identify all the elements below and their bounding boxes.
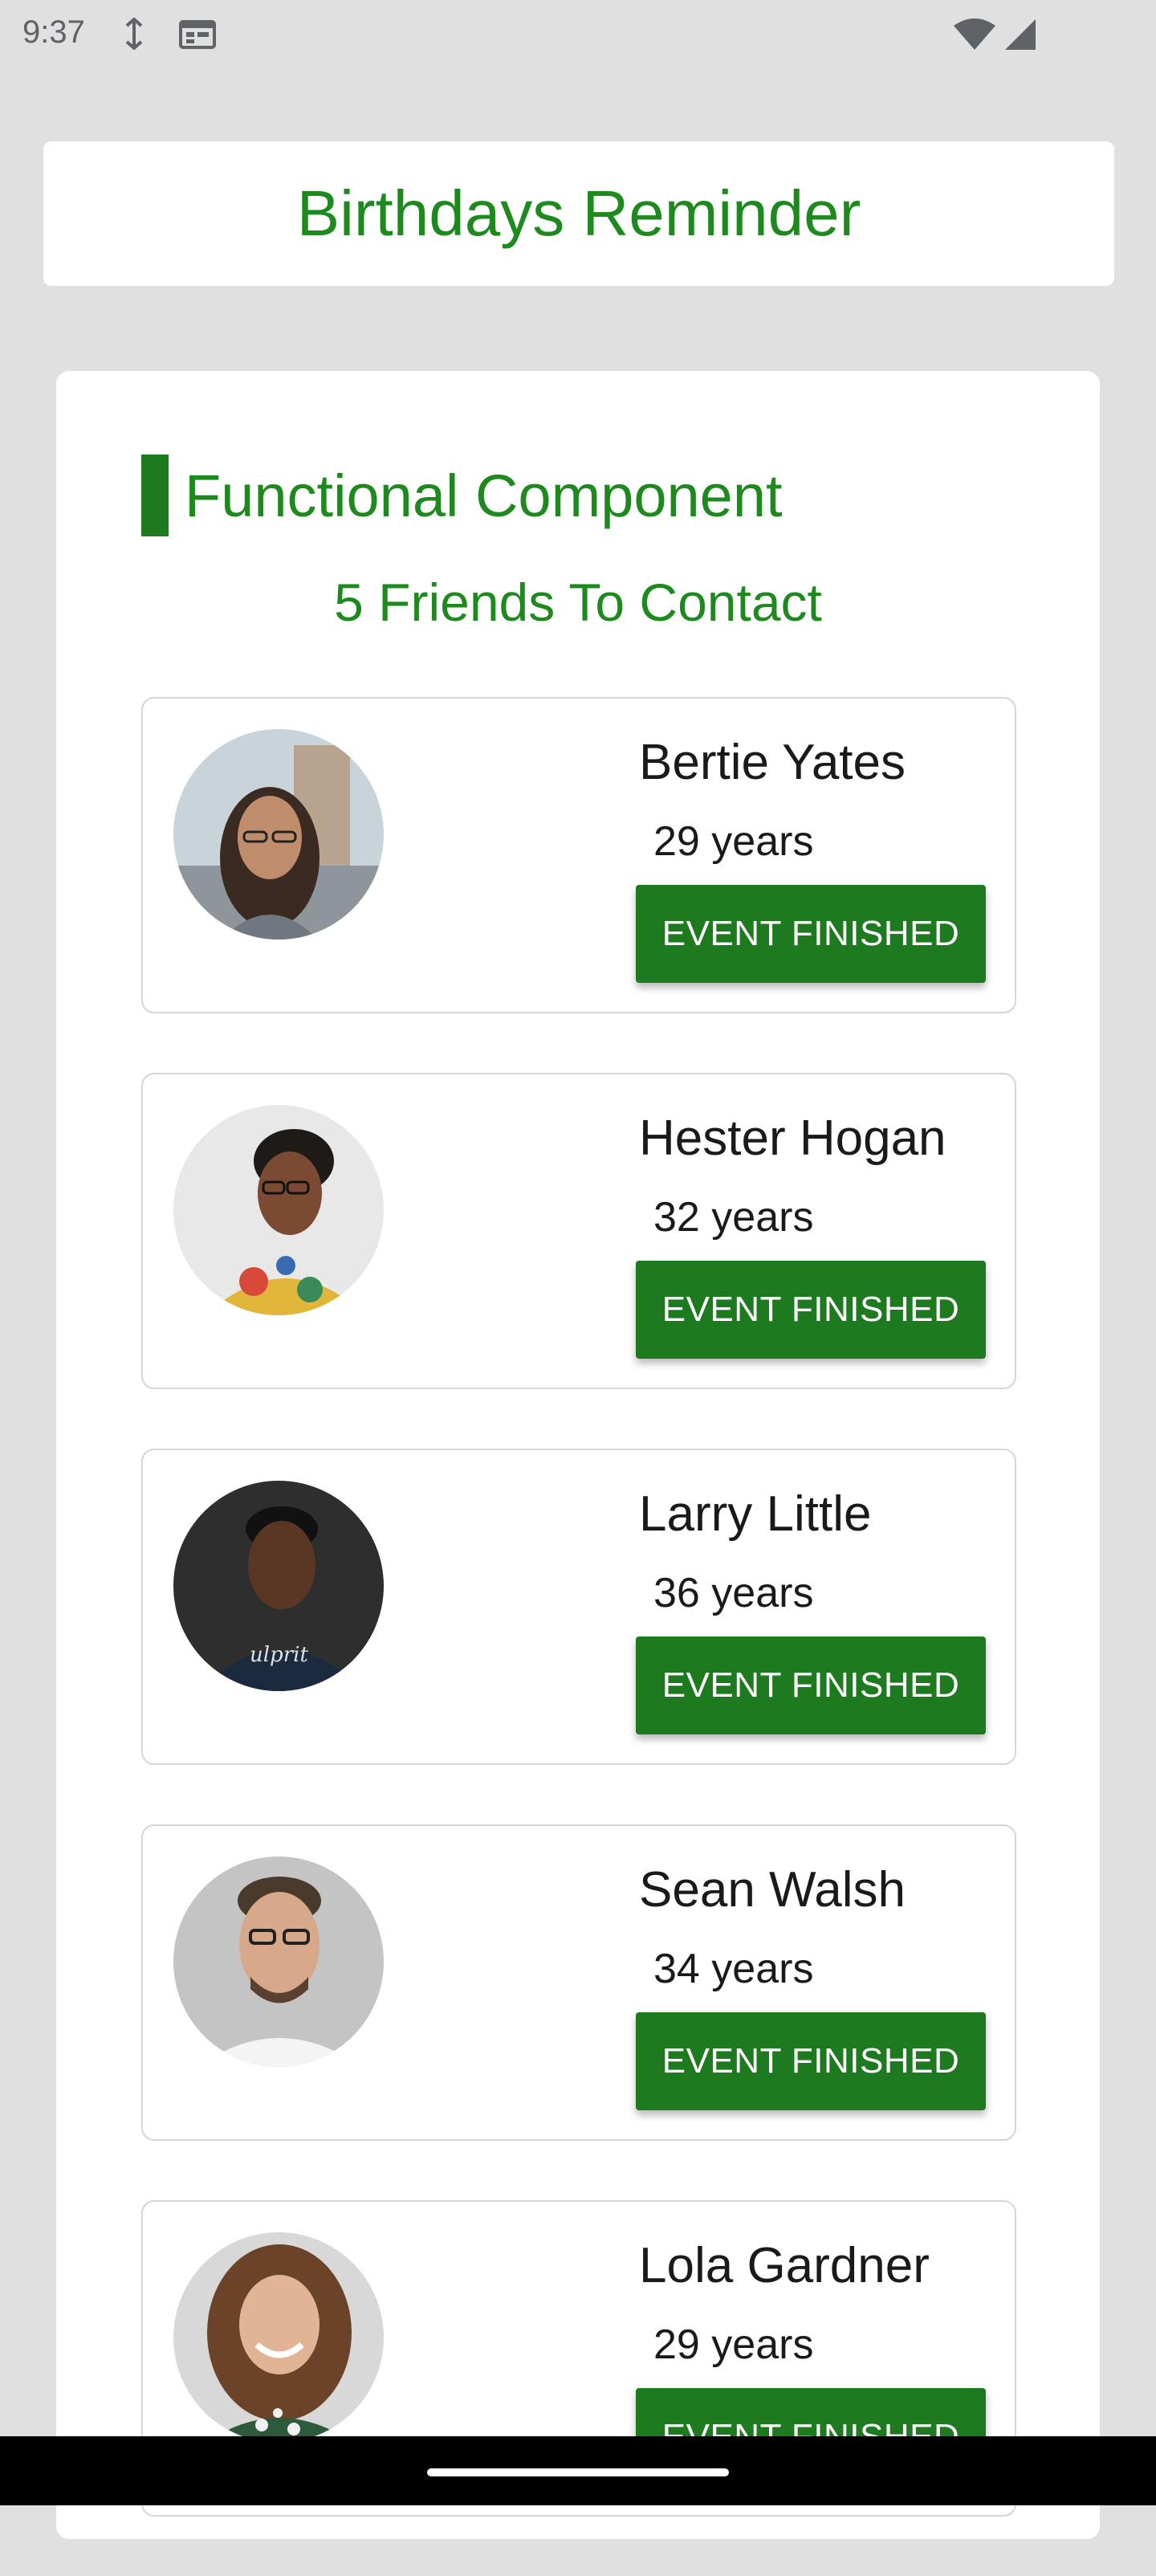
avatar <box>173 1105 384 1315</box>
event-finished-button[interactable]: EVENT FINISHED <box>636 2012 986 2110</box>
status-bar: 9:37 <box>0 0 1156 67</box>
home-gesture-handle[interactable] <box>427 2468 729 2476</box>
friend-card: Bertie Yates 29 years EVENT FINISHED <box>141 697 1016 1013</box>
avatar <box>173 729 384 940</box>
avatar <box>173 2232 384 2443</box>
event-finished-button[interactable]: EVENT FINISHED <box>636 1261 986 1359</box>
friend-name: Lola Gardner <box>639 2238 930 2293</box>
friends-panel: Functional Component 5 Friends To Contac… <box>56 371 1100 2539</box>
friend-card: Hester Hogan 32 years EVENT FINISHED <box>141 1073 1016 1389</box>
friend-age: 34 years <box>653 1946 814 1992</box>
friend-age: 29 years <box>653 818 814 865</box>
accent-bar <box>141 454 169 536</box>
friend-name: Larry Little <box>639 1486 872 1542</box>
friend-name: Hester Hogan <box>639 1111 946 1166</box>
section-heading: Functional Component <box>141 454 783 536</box>
wifi-icon <box>954 18 995 50</box>
friends-count: 5 Friends To Contact <box>334 573 822 632</box>
avatar <box>173 1857 384 2067</box>
calendar-icon <box>179 20 216 49</box>
avatar: ulprit <box>173 1481 384 1691</box>
friend-card: Sean Walsh 34 years EVENT FINISHED <box>141 1824 1016 2141</box>
friend-list: Bertie Yates 29 years EVENT FINISHED Hes… <box>141 697 1016 2576</box>
data-saver-icon <box>125 18 143 50</box>
friend-age: 36 years <box>653 1570 814 1616</box>
navigation-bar <box>0 2436 1156 2505</box>
event-finished-button[interactable]: EVENT FINISHED <box>636 885 986 983</box>
friend-card: ulprit Larry Little 36 years EVENT FINIS… <box>141 1449 1016 1765</box>
signal-icon <box>1005 19 1036 50</box>
app-title: Birthdays Reminder <box>296 177 861 249</box>
section-title: Functional Component <box>185 462 783 529</box>
app-header: Birthdays Reminder <box>43 141 1114 286</box>
friend-name: Sean Walsh <box>639 1862 906 1918</box>
svg-text:ulprit: ulprit <box>250 1643 308 1667</box>
friend-age: 29 years <box>653 2321 814 2368</box>
status-time: 9:37 <box>22 14 85 50</box>
friend-name: Bertie Yates <box>639 735 906 790</box>
friend-age: 32 years <box>653 1194 814 1241</box>
event-finished-button[interactable]: EVENT FINISHED <box>636 1636 986 1734</box>
